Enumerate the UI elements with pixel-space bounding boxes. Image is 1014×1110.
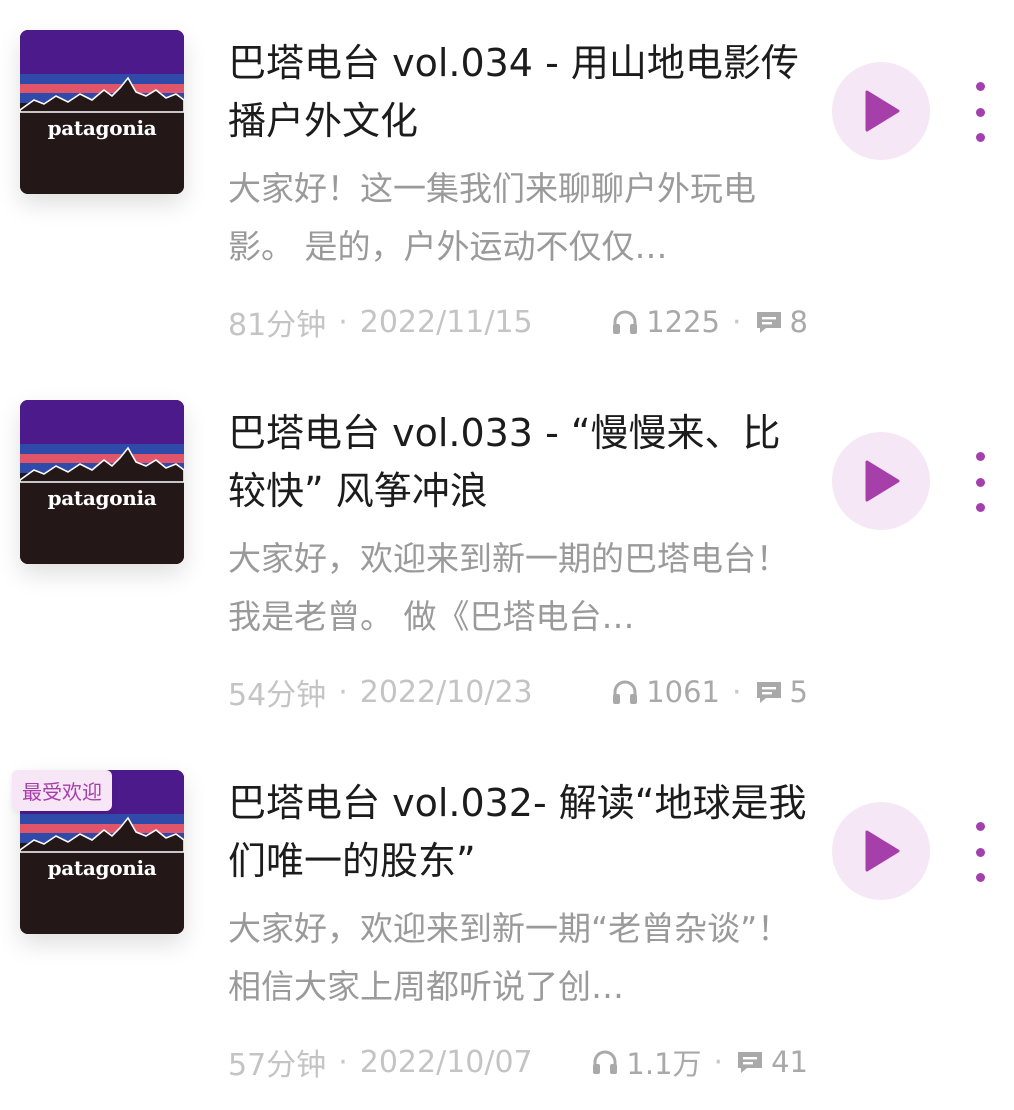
episode-item[interactable]: patagonia 巴塔电台 vol.032- 解读“地球是我们唯一的股东” 大… bbox=[0, 740, 1014, 1110]
play-count: 1225 bbox=[610, 305, 720, 339]
more-vertical-icon bbox=[975, 822, 985, 831]
episode-date: 2022/10/07 bbox=[359, 1044, 533, 1080]
episode-title[interactable]: 巴塔电台 vol.032- 解读“地球是我们唯一的股东” bbox=[228, 774, 808, 890]
more-options-button[interactable] bbox=[966, 82, 994, 142]
more-vertical-icon bbox=[975, 107, 985, 117]
play-icon bbox=[865, 90, 900, 132]
play-icon bbox=[865, 830, 900, 872]
more-vertical-icon bbox=[975, 477, 985, 487]
play-count-value: 1061 bbox=[646, 675, 720, 709]
more-vertical-icon bbox=[975, 82, 985, 91]
comment-count[interactable]: 41 bbox=[735, 1045, 808, 1079]
comment-icon bbox=[738, 1052, 763, 1073]
cover-logo-text: patagonia bbox=[47, 856, 157, 880]
comment-count[interactable]: 8 bbox=[754, 305, 808, 339]
more-vertical-icon bbox=[975, 847, 985, 857]
separator: · bbox=[713, 1044, 724, 1080]
headphones-icon bbox=[613, 680, 638, 704]
play-button[interactable] bbox=[832, 432, 930, 530]
play-count: 1.1万 bbox=[590, 1041, 702, 1083]
cover-logo-text: patagonia bbox=[47, 486, 157, 510]
episode-duration: 57分钟 bbox=[228, 1048, 327, 1083]
episode-title[interactable]: 巴塔电台 vol.034 - 用山地电影传播户外文化 bbox=[228, 34, 808, 150]
more-vertical-icon bbox=[975, 503, 985, 512]
comment-icon bbox=[756, 312, 781, 333]
more-vertical-icon bbox=[975, 133, 985, 142]
patagonia-logo-icon bbox=[20, 400, 184, 564]
separator: · bbox=[732, 674, 742, 710]
comment-count-value: 41 bbox=[771, 1045, 808, 1079]
comment-count[interactable]: 5 bbox=[754, 675, 808, 709]
headphones-icon bbox=[593, 1050, 618, 1074]
comment-icon bbox=[756, 682, 781, 703]
play-count-value: 1.1万 bbox=[626, 1047, 702, 1081]
separator: · bbox=[338, 674, 348, 710]
separator: · bbox=[732, 304, 742, 340]
play-count: 1061 bbox=[610, 675, 720, 709]
episode-meta: 54分钟 · 2022/10/23 1061 · 5 bbox=[228, 670, 808, 714]
play-button[interactable] bbox=[832, 62, 930, 160]
more-options-button[interactable] bbox=[966, 452, 994, 512]
episode-description: 大家好，欢迎来到新一期的巴塔电台！我是老曾。 做《巴塔电台… bbox=[228, 539, 789, 636]
episode-cover[interactable]: patagonia bbox=[20, 400, 184, 564]
comment-count-value: 8 bbox=[789, 305, 808, 339]
episode-item[interactable]: patagonia 巴塔电台 vol.034 - 用山地电影传播户外文化 大家好… bbox=[0, 0, 1014, 370]
episode-description: 大家好！这一集我们来聊聊户外玩电影。 是的，户外运动不仅仅… bbox=[228, 169, 756, 266]
patagonia-logo-icon bbox=[20, 30, 184, 194]
play-icon bbox=[865, 460, 900, 502]
episode-description: 大家好，欢迎来到新一期“老曾杂谈”！ 相信大家上周都听说了创… bbox=[228, 909, 791, 1006]
episode-date: 2022/10/23 bbox=[359, 674, 533, 710]
more-options-button[interactable] bbox=[966, 822, 994, 882]
play-count-value: 1225 bbox=[646, 305, 720, 339]
headphones-icon bbox=[613, 310, 638, 334]
cover-logo-text: patagonia bbox=[47, 116, 157, 140]
episode-date: 2022/11/15 bbox=[359, 304, 533, 340]
separator: · bbox=[338, 1044, 348, 1080]
most-popular-badge: 最受欢迎 bbox=[12, 770, 112, 811]
more-vertical-icon bbox=[975, 873, 985, 882]
episode-meta: 81分钟 · 2022/11/15 1225 · 8 bbox=[228, 300, 808, 344]
episode-title[interactable]: 巴塔电台 vol.033 - “慢慢来、比较快” 风筝冲浪 bbox=[228, 404, 808, 520]
play-button[interactable] bbox=[832, 802, 930, 900]
episode-meta: 57分钟 · 2022/10/07 1.1万 · 41 bbox=[228, 1040, 808, 1084]
episode-duration: 54分钟 bbox=[228, 678, 327, 713]
separator: · bbox=[338, 304, 348, 340]
episode-item[interactable]: patagonia 巴塔电台 vol.033 - “慢慢来、比较快” 风筝冲浪 … bbox=[0, 370, 1014, 740]
comment-count-value: 5 bbox=[789, 675, 808, 709]
episode-duration: 81分钟 bbox=[228, 308, 327, 343]
more-vertical-icon bbox=[975, 452, 985, 461]
episode-cover[interactable]: patagonia bbox=[20, 30, 184, 194]
